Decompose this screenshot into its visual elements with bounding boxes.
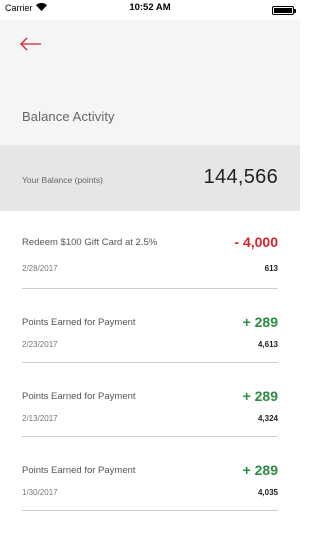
balance-value: 144,566 <box>203 166 278 188</box>
activity-item[interactable]: Points Earned for Payment 2/13/2017 + 28… <box>22 363 278 437</box>
activity-date: 1/30/2017 <box>22 488 58 497</box>
page-header: Balance Activity <box>0 20 300 145</box>
balance-summary: Your Balance (points) 144,566 <box>0 145 300 211</box>
activity-amount: - 4,000 <box>234 234 278 250</box>
activity-description: Points Earned for Payment <box>22 391 136 402</box>
activity-amount: + 289 <box>242 462 278 478</box>
back-button[interactable] <box>20 36 42 52</box>
activity-date: 2/23/2017 <box>22 340 58 349</box>
status-bar: Carrier 10:52 AM <box>0 0 300 20</box>
activity-running-balance: 4,035 <box>257 488 278 497</box>
status-time: 10:52 AM <box>129 2 171 13</box>
arrow-left-icon <box>20 37 41 51</box>
activity-description: Points Earned for Payment <box>22 465 136 476</box>
activity-running-balance: 4,324 <box>257 414 278 423</box>
activity-item[interactable]: Points Earned for Payment 1/30/2017 + 28… <box>22 437 278 511</box>
activity-date: 2/28/2017 <box>22 264 58 273</box>
activity-running-balance: 613 <box>264 264 278 273</box>
activity-item[interactable]: Redeem $100 Gift Card at 2.5% 2/28/2017 … <box>22 211 278 289</box>
activity-amount: + 289 <box>242 388 278 404</box>
activity-item[interactable]: Points Earned for Payment 2/23/2017 + 28… <box>22 289 278 363</box>
activity-list: Redeem $100 Gift Card at 2.5% 2/28/2017 … <box>0 211 300 511</box>
activity-running-balance: 4,613 <box>257 340 278 349</box>
activity-description: Redeem $100 Gift Card at 2.5% <box>22 237 158 248</box>
activity-date: 2/13/2017 <box>22 414 58 423</box>
page-title: Balance Activity <box>22 109 115 124</box>
activity-amount: + 289 <box>242 314 278 330</box>
battery-icon <box>272 6 296 15</box>
activity-description: Points Earned for Payment <box>22 317 136 328</box>
balance-label: Your Balance (points) <box>22 175 103 185</box>
